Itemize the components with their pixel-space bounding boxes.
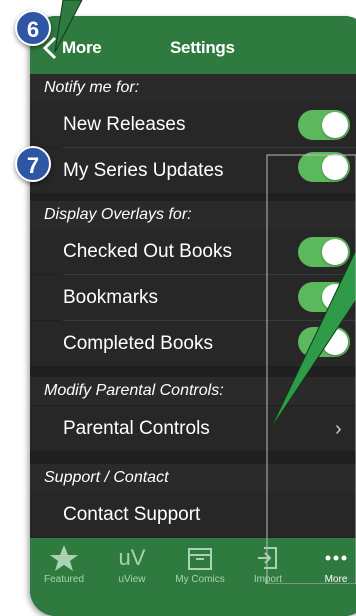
callout-badge-6: 6 bbox=[15, 10, 51, 46]
callout-pointer-right bbox=[269, 249, 356, 431]
annotation-overlay bbox=[54, 0, 356, 584]
callout-pointer-top bbox=[54, 0, 83, 53]
highlight-frame bbox=[266, 154, 356, 584]
callout-badge-7: 7 bbox=[15, 146, 51, 182]
